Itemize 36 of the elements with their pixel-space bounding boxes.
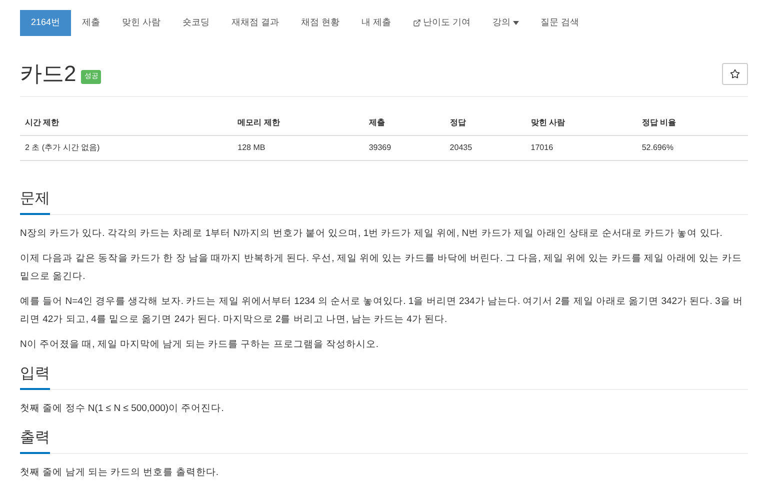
nav-tab[interactable]: 맞힌 사람 [111, 10, 172, 36]
column-header: 정답 [450, 118, 466, 127]
table-cell: 17016 [530, 143, 554, 152]
nav-tab[interactable]: 숏코딩 [172, 10, 221, 36]
external-link-icon [413, 19, 422, 27]
paragraph: 예를 들어 N=4인 경우를 생각해 보자. 카드는 제일 위에서부터 1234 의 순서로 놓여있다. 1을 버리면 234가 남는다. 여기서 2를 제일 아래로 옮기면 342가 된다. 3을 버리면 42가 되고, 4를 밑으로 옮기면 24가 된다. 마지막으로 2를 버리고 나면, 남는 카드는 4가 된다. [20, 295, 744, 327]
paragraph: N이 주어졌을 때, 제일 마지막에 남게 되는 카드를 구하는 프로그램을 작성하시오. [20, 338, 380, 352]
table-cell: 52.696% [642, 143, 674, 152]
nav-tab[interactable]: 채점 현황 [290, 10, 351, 36]
nav-tab[interactable]: 내 제출 [350, 10, 402, 36]
caret-icon [512, 21, 519, 25]
paragraph: 첫째 줄에 남게 되는 카드의 번호를 출력한다. [20, 466, 220, 480]
star-icon [730, 69, 740, 79]
star-button[interactable] [722, 63, 748, 85]
problem-title: 카드2 [20, 60, 76, 88]
nav-tab[interactable]: 2164번 [20, 10, 72, 36]
section-heading: 출력 [20, 428, 50, 454]
column-header: 시간 제한 [25, 118, 60, 127]
nav-tab[interactable]: 강의 [482, 10, 530, 36]
table-cell: 2 초 (추가 시간 없음) [25, 143, 100, 152]
paragraph: 이제 다음과 같은 동작을 카드가 한 장 남을 때까지 반복하게 된다. 우선, 제일 위에 있는 카드를 바닥에 버린다. 그 다음, 제일 위에 있는 카드를 제일 아래에 있는 카드 밑으로 옮긴다. [20, 252, 743, 284]
column-header: 맞힌 사람 [530, 118, 566, 127]
table-cell: 39369 [368, 143, 392, 152]
column-header: 정답 비율 [642, 118, 676, 127]
column-header: 메모리 제한 [238, 118, 280, 127]
nav-tab[interactable]: 재채점 결과 [220, 10, 290, 36]
table-cell: 128 MB [238, 143, 266, 152]
nav-tab[interactable]: 질문 검색 [530, 10, 590, 36]
column-header: 제출 [368, 118, 385, 127]
table-cell: 20435 [450, 143, 472, 152]
nav-tab[interactable]: 제출 [71, 10, 112, 36]
paragraph: 첫째 줄에 정수 N(1 ≤ N ≤ 500,000)이 주어진다. [20, 402, 225, 416]
nav-tab[interactable]: 난이도 기여 [402, 10, 482, 36]
section-heading: 입력 [20, 364, 50, 390]
section-heading: 문제 [20, 189, 50, 215]
paragraph: N장의 카드가 있다. 각각의 카드는 차례로 1부터 N까지의 번호가 붙어 있으며, 1번 카드가 제일 위에, N번 카드가 제일 아래인 상태로 순서대로 카드가 놓여 있다. [20, 227, 724, 241]
